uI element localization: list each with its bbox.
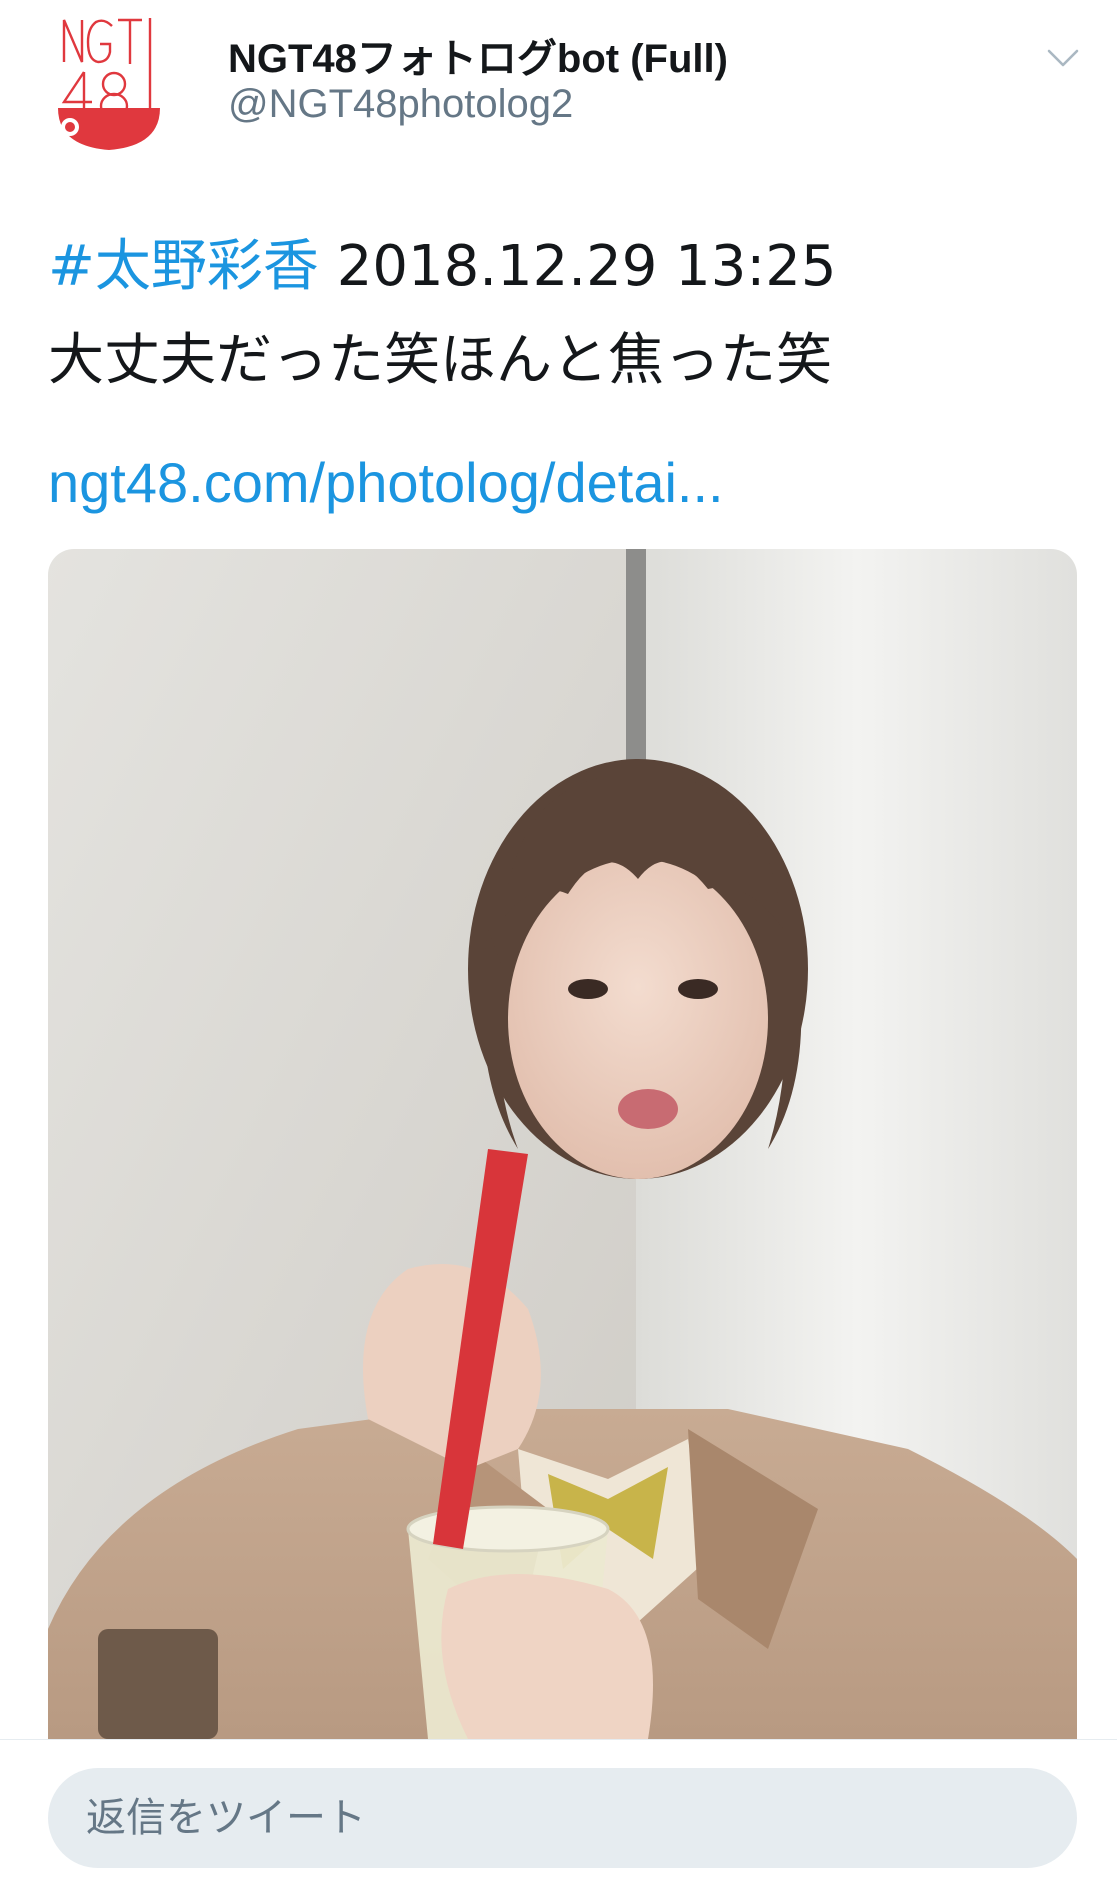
account-avatar[interactable] [52, 14, 202, 164]
tweet-timestamp-text: 2018.12.29 13:25 [336, 234, 837, 299]
tweet-photo[interactable] [48, 549, 1077, 1739]
chevron-down-icon[interactable] [1046, 46, 1080, 70]
author-handle[interactable]: @NGT48photolog2 [228, 82, 573, 127]
photolog-link[interactable]: ngt48.com/photolog/detai... [48, 448, 724, 518]
tweet-header: NGT48フォトログbot (Full) @NGT48photolog2 [0, 0, 1117, 190]
reply-input[interactable] [48, 1768, 1077, 1868]
ngt48-photolog-logo-icon [58, 18, 160, 150]
tweet-text: 大丈夫だった笑ほんと焦った笑 [48, 328, 832, 393]
photo-illustration [48, 549, 1077, 1739]
reply-bar [0, 1739, 1117, 1887]
hashtag-link[interactable]: #太野彩香 [48, 234, 319, 299]
tweet-first-line: #太野彩香 2018.12.29 13:25 [48, 232, 837, 302]
author-name[interactable]: NGT48フォトログbot (Full) [228, 26, 728, 84]
